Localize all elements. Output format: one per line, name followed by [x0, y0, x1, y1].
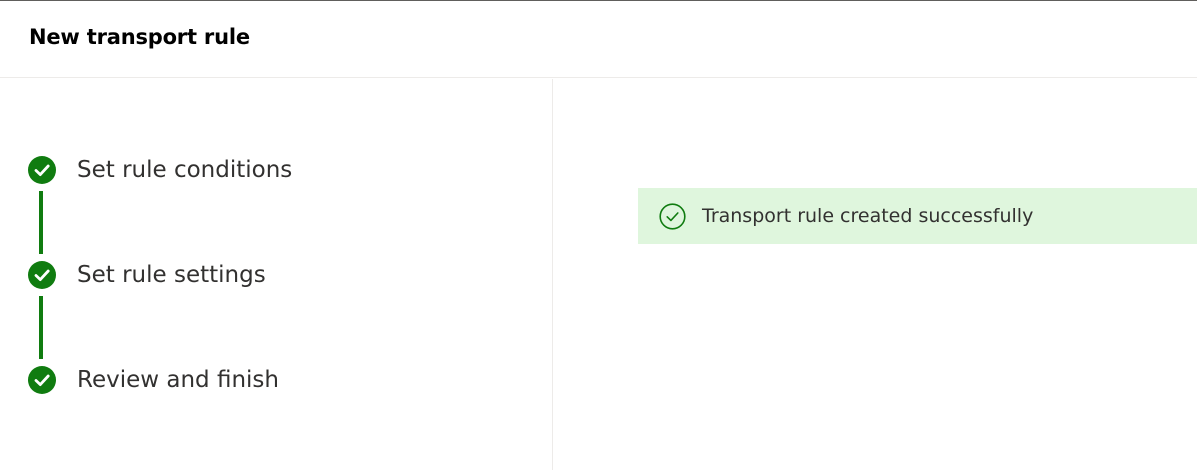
wizard-step-review-and-finish[interactable]: Review and finish [28, 366, 528, 396]
wizard-step-set-rule-settings[interactable]: Set rule settings [28, 261, 528, 291]
step-label: Set rule conditions [77, 157, 293, 183]
step-label: Set rule settings [77, 262, 266, 288]
completed-check-icon [28, 156, 56, 184]
step-connector [39, 191, 43, 254]
step-connector [39, 296, 43, 359]
completed-check-icon [28, 261, 56, 289]
success-message-bar: Transport rule created successfully [638, 188, 1197, 244]
completed-check-icon [28, 366, 56, 394]
wizard-step-set-rule-conditions[interactable]: Set rule conditions [28, 156, 528, 186]
checkmark-circle-icon [659, 203, 686, 230]
step-label: Review and finish [77, 367, 279, 393]
success-message-text: Transport rule created successfully [702, 205, 1034, 227]
panel-header: New transport rule [0, 1, 1197, 78]
panel-title: New transport rule [29, 25, 250, 49]
